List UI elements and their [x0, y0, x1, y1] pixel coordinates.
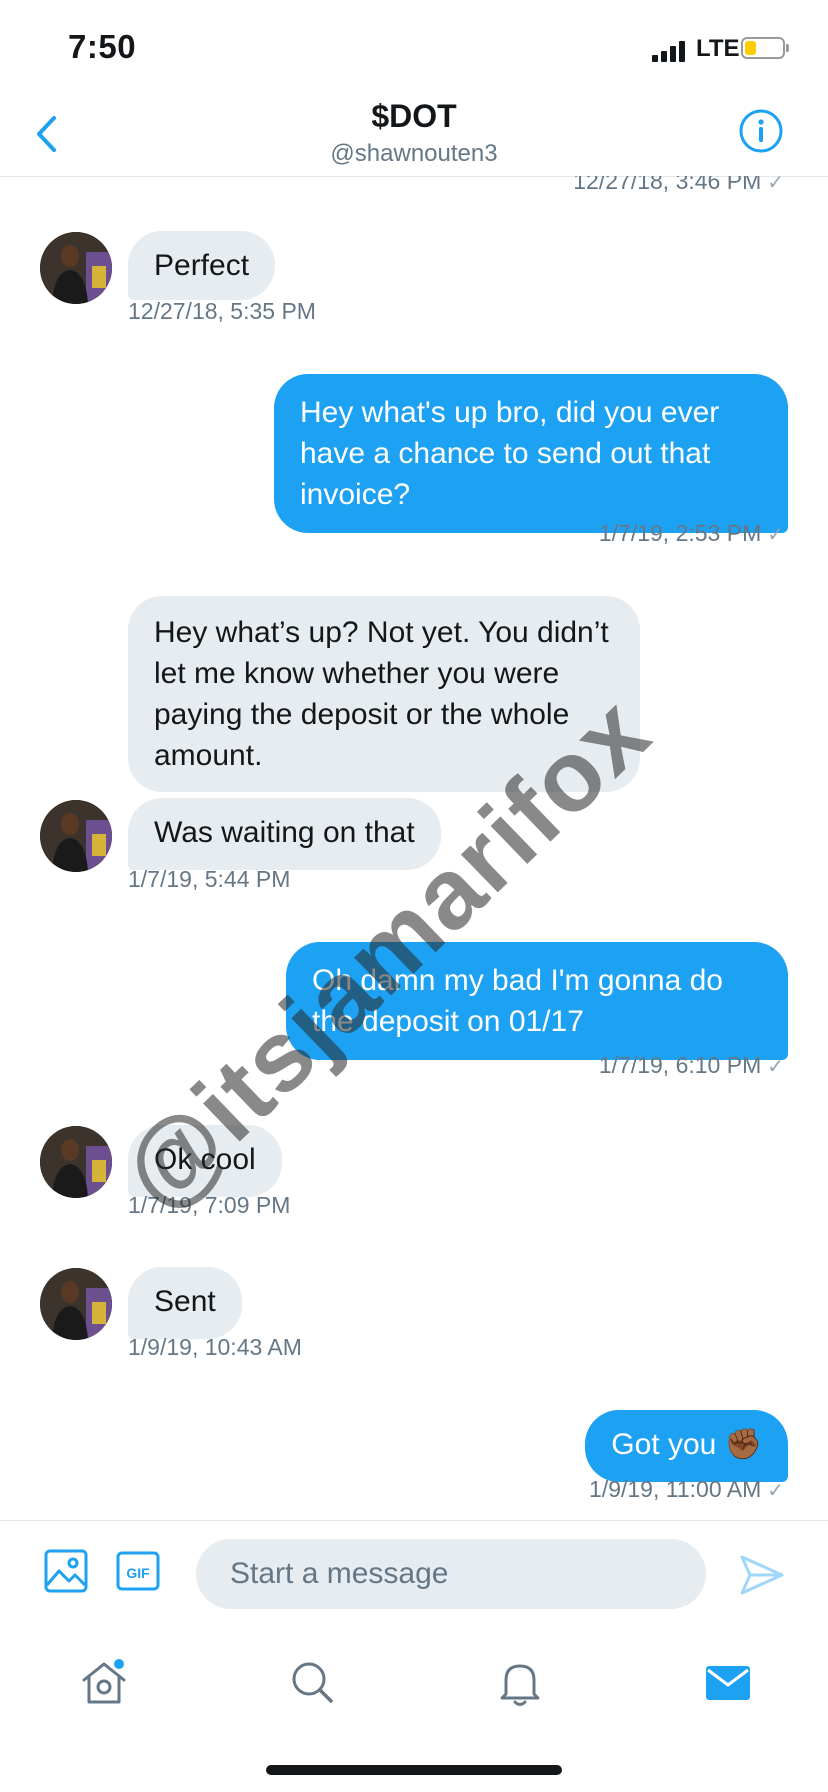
send-icon: [740, 1555, 784, 1595]
message-timestamp: 1/7/19, 6:10 PM ✓: [598, 1052, 784, 1078]
battery-icon: [741, 37, 789, 59]
avatar-photo: [40, 1126, 112, 1198]
svg-text:GIF: GIF: [126, 1565, 150, 1581]
incoming-message-bubble[interactable]: Perfect: [128, 231, 276, 300]
search-icon: [292, 1662, 333, 1703]
avatar[interactable]: [40, 800, 112, 872]
incoming-message-bubble[interactable]: Was waiting on that: [128, 798, 441, 870]
message-timestamp: 12/27/18, 3:46 PM ✓: [573, 176, 784, 194]
avatar-photo: [40, 800, 112, 872]
info-button[interactable]: [738, 108, 784, 154]
message-timestamp: 12/27/18, 5:35 PM: [128, 298, 316, 324]
tab-notifications[interactable]: [492, 1654, 548, 1710]
add-media-button[interactable]: [42, 1547, 90, 1595]
avatar-photo: [40, 232, 112, 304]
avatar[interactable]: [40, 1268, 112, 1340]
message-composer: GIF: [0, 1520, 828, 1625]
outgoing-message-bubble[interactable]: Got you ✊🏾: [585, 1410, 788, 1482]
signal-icon: [652, 40, 686, 62]
conversation-title[interactable]: $DOT: [0, 98, 828, 135]
tab-search[interactable]: [284, 1654, 340, 1710]
info-icon: [739, 109, 783, 153]
image-icon: [44, 1549, 88, 1593]
message-input[interactable]: [196, 1539, 706, 1609]
tab-bar: [0, 1624, 828, 1734]
network-label: LTE: [696, 35, 740, 62]
outgoing-message-bubble[interactable]: Hey what's up bro, did you ever have a c…: [274, 374, 788, 533]
conversation-header: $DOT @shawnouten3: [0, 96, 828, 177]
avatar[interactable]: [40, 232, 112, 304]
message-timestamp: 1/7/19, 5:44 PM: [128, 866, 291, 892]
tab-messages[interactable]: [700, 1654, 756, 1710]
home-indicator[interactable]: [266, 1765, 562, 1775]
gif-icon: GIF: [116, 1551, 160, 1591]
status-time: 7:50: [68, 28, 137, 65]
tab-home[interactable]: [76, 1654, 132, 1710]
message-timestamp: 1/9/19, 10:43 AM: [128, 1334, 302, 1360]
conversation-handle[interactable]: @shawnouten3: [0, 140, 828, 168]
message-timestamp: 1/7/19, 2:53 PM ✓: [598, 520, 784, 546]
home-icon: [82, 1659, 126, 1704]
avatar-photo: [40, 1268, 112, 1340]
send-button[interactable]: [738, 1553, 786, 1597]
add-gif-button[interactable]: GIF: [114, 1547, 162, 1595]
messages-icon: [706, 1666, 750, 1700]
incoming-message-bubble[interactable]: Sent: [128, 1267, 242, 1339]
message-timestamp: 1/9/19, 11:00 AM ✓: [589, 1476, 784, 1502]
status-bar: 7:50 LTE: [0, 0, 828, 96]
notifications-icon: [500, 1664, 540, 1706]
avatar[interactable]: [40, 1126, 112, 1198]
